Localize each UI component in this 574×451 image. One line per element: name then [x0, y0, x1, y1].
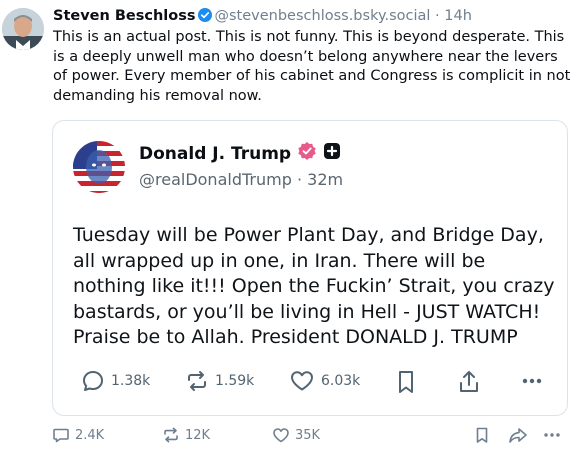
quoted-actions: 1.38k 1.59k 6.03k	[81, 369, 553, 399]
quoted-reply-count: 1.38k	[111, 373, 151, 389]
comment-icon	[83, 371, 103, 391]
repost-count: 12K	[185, 427, 211, 443]
quoted-reply-button[interactable]: 1.38k	[81, 369, 150, 393]
heart-icon	[291, 371, 313, 391]
quoted-retruth-count: 1.59k	[215, 373, 255, 389]
quoted-more-button[interactable]	[519, 369, 545, 393]
repost-icon	[188, 371, 206, 391]
post-actions: 2.4K 12K 35K	[52, 426, 567, 448]
reply-count: 2.4K	[75, 427, 105, 443]
quoted-avatar-image	[73, 141, 125, 193]
share-button[interactable]	[508, 426, 528, 444]
reply-button[interactable]: 2.4K	[52, 426, 104, 444]
author-name[interactable]: Steven Beschloss	[53, 8, 196, 24]
author-avatar[interactable]	[2, 8, 44, 50]
quoted-handle[interactable]: @realDonaldTrump	[139, 170, 292, 189]
like-button[interactable]: 35K	[272, 426, 320, 444]
quoted-share-button[interactable]	[457, 369, 481, 395]
heart-icon	[273, 428, 289, 443]
more-dots-icon	[544, 433, 560, 437]
quoted-name-row: Donald J. Trump	[139, 141, 341, 166]
quoted-like-button[interactable]: 6.03k	[289, 369, 360, 393]
quoted-post-card[interactable]: Donald J. Trump @realDonaldTrump · 32m T…	[52, 120, 568, 416]
more-options-button[interactable]	[542, 426, 562, 444]
bookmark-icon	[399, 371, 413, 393]
post-header: Steven Beschloss @stevenbeschloss.bsky.so…	[53, 8, 472, 26]
quoted-time-separator: ·	[296, 170, 303, 189]
time-separator: ·	[435, 8, 440, 24]
like-count: 35K	[295, 427, 321, 443]
plus-badge-icon	[323, 142, 341, 165]
quoted-name[interactable]: Donald J. Trump	[139, 144, 291, 164]
verified-check-icon	[197, 8, 212, 26]
quoted-time[interactable]: 32m	[307, 170, 343, 189]
bookmark-button[interactable]	[474, 426, 490, 444]
author-handle[interactable]: @stevenbeschloss.bsky.social	[215, 8, 431, 24]
more-dots-icon	[522, 378, 542, 384]
share-arrow-icon	[509, 428, 527, 443]
quoted-bookmark-button[interactable]	[395, 369, 417, 395]
comment-icon	[53, 428, 69, 443]
post-text: This is an actual post. This is not funn…	[53, 29, 571, 104]
bookmark-icon	[476, 427, 488, 443]
post-time[interactable]: 14h	[444, 8, 472, 24]
repost-button[interactable]: 12K	[162, 426, 210, 444]
quoted-text: Tuesday will be Power Plant Day, and Bri…	[73, 224, 555, 348]
quoted-avatar[interactable]	[73, 141, 125, 193]
verified-badge-icon	[297, 141, 317, 166]
share-icon	[460, 371, 478, 392]
quoted-retruth-button[interactable]: 1.59k	[185, 369, 254, 393]
quoted-handle-row: @realDonaldTrump · 32m	[139, 170, 343, 189]
quoted-like-count: 6.03k	[321, 373, 361, 389]
author-avatar-image	[2, 8, 44, 50]
repost-icon	[164, 427, 178, 443]
